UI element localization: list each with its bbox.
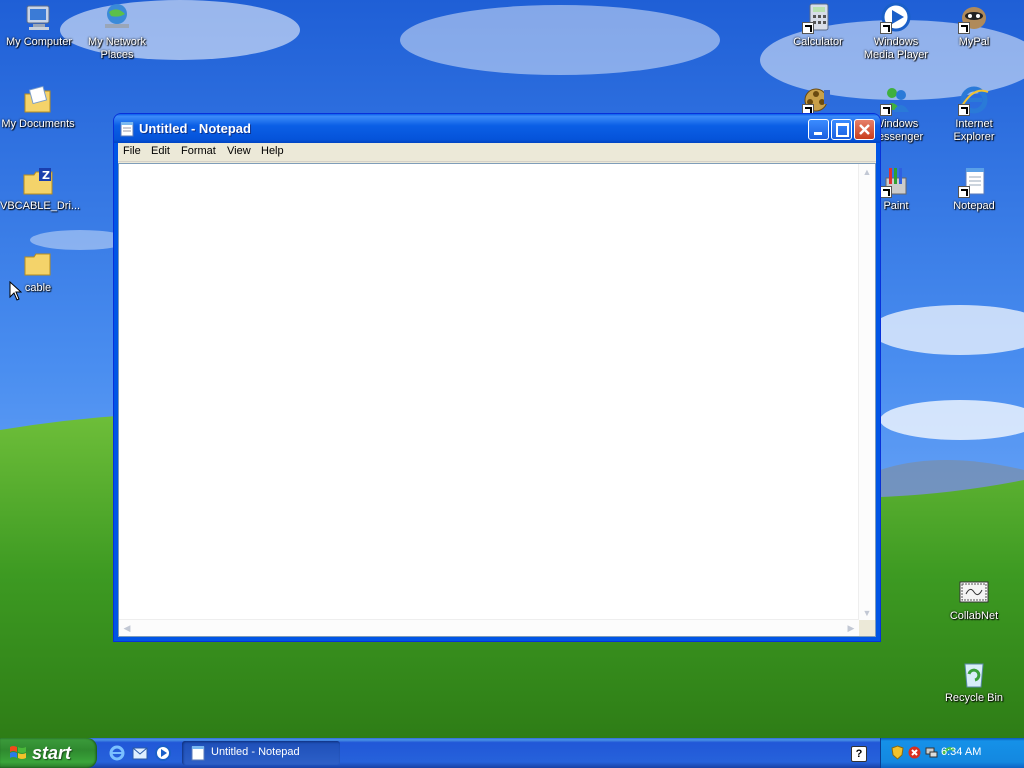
close-button[interactable] [854, 119, 875, 140]
desktop-icon-label: Calculator [793, 36, 843, 48]
desktop-icon-calculator[interactable]: Calculator [778, 2, 858, 49]
desktop-icon-label: Notepad [953, 200, 995, 212]
text-editor[interactable]: ▲ ▼ ◀ ▶ [118, 163, 876, 637]
menu-help[interactable]: Help [261, 145, 284, 157]
network-places-icon [105, 4, 129, 28]
desktop-icon-my-computer[interactable]: My Computer [0, 2, 79, 49]
network-icon[interactable] [924, 745, 939, 760]
menu-format[interactable]: Format [181, 145, 216, 157]
minimize-button[interactable] [808, 119, 829, 140]
menu-file[interactable]: File [123, 145, 141, 157]
window-title: Untitled - Notepad [139, 121, 251, 136]
security-shield-icon[interactable] [890, 745, 905, 760]
collabnet-icon [959, 581, 989, 603]
desktop-icon-label: Windows Media Player [863, 36, 929, 61]
scroll-right-icon[interactable]: ▶ [843, 620, 859, 636]
horizontal-scrollbar[interactable]: ◀ ▶ [119, 619, 859, 636]
menu-view[interactable]: View [227, 145, 251, 157]
notepad-icon [120, 122, 134, 137]
desktop-icon-label: Recycle Bin [944, 692, 1004, 704]
windows-flag-icon [10, 746, 26, 759]
media-player-icon[interactable] [154, 744, 172, 762]
my-documents-icon [24, 85, 51, 113]
close-icon [859, 124, 870, 135]
desktop-icon-my-documents[interactable]: My Documents [0, 84, 78, 131]
taskbar: start Untitled - Notepad ? 6:34 AM [0, 738, 1024, 768]
desktop-icon-label: My Documents [1, 118, 75, 130]
outlook-express-icon[interactable] [131, 744, 149, 762]
folder-icon [24, 253, 51, 276]
maximize-button[interactable] [831, 119, 852, 140]
svg-text:Z: Z [42, 169, 50, 182]
notepad-window[interactable]: Untitled - Notepad File Edit Format View… [114, 114, 880, 641]
desktop-icon-mypal[interactable]: MyPal [934, 2, 1014, 49]
recycle-bin-icon [964, 663, 984, 688]
my-computer-icon [26, 5, 50, 30]
resize-grip[interactable] [859, 620, 875, 636]
maximize-icon [836, 123, 849, 137]
taskbar-item-notepad[interactable]: Untitled - Notepad [182, 741, 340, 765]
start-label: start [32, 743, 72, 763]
desktop-icon-label: VBCABLE_Dri... [0, 200, 81, 212]
clock: 6:34 AM [941, 746, 982, 758]
desktop-icon-media-player[interactable]: Windows Media Player [856, 2, 936, 62]
menu-edit[interactable]: Edit [151, 145, 170, 157]
window-client: File Edit Format View Help ▲ ▼ ◀ ▶ [118, 143, 876, 637]
zip-folder-icon: Z [23, 168, 53, 195]
scroll-up-icon[interactable]: ▲ [859, 164, 875, 180]
mouse-cursor-icon [9, 281, 22, 301]
desktop-icon-vbcable[interactable]: Z VBCABLE_Dri... [0, 166, 81, 213]
taskbar-item-label: Untitled - Notepad [211, 746, 300, 758]
vertical-scrollbar[interactable]: ▲ ▼ [858, 164, 875, 621]
notepad-icon [191, 746, 205, 761]
minimize-icon [814, 132, 822, 135]
desktop-icon-label: MyPal [958, 36, 990, 48]
scroll-down-icon[interactable]: ▼ [859, 605, 875, 621]
desktop-icon-movie-maker[interactable] [778, 84, 858, 118]
desktop-icon-internet-explorer[interactable]: Internet Explorer [934, 84, 1014, 144]
help-icon[interactable]: ? [851, 746, 867, 762]
desktop-icon-network-places[interactable]: My Network Places [77, 2, 157, 62]
security-alert-icon[interactable] [907, 745, 922, 760]
desktop-icon-label: My Network Places [87, 36, 147, 61]
desktop-icon-notepad[interactable]: Notepad [934, 166, 1014, 213]
desktop-icon-label: CollabNet [949, 610, 999, 622]
desktop-icon-label: Internet Explorer [953, 118, 995, 143]
menu-bar: File Edit Format View Help [118, 143, 876, 162]
desktop-icon-label: My Computer [5, 36, 73, 48]
desktop-icon-recycle-bin[interactable]: Recycle Bin [934, 658, 1014, 705]
scroll-left-icon[interactable]: ◀ [119, 620, 135, 636]
desktop-icon-collabnet[interactable]: CollabNet [934, 576, 1014, 623]
title-bar[interactable]: Untitled - Notepad [114, 114, 880, 143]
internet-explorer-icon[interactable] [108, 744, 126, 762]
start-button[interactable]: start [0, 738, 97, 768]
